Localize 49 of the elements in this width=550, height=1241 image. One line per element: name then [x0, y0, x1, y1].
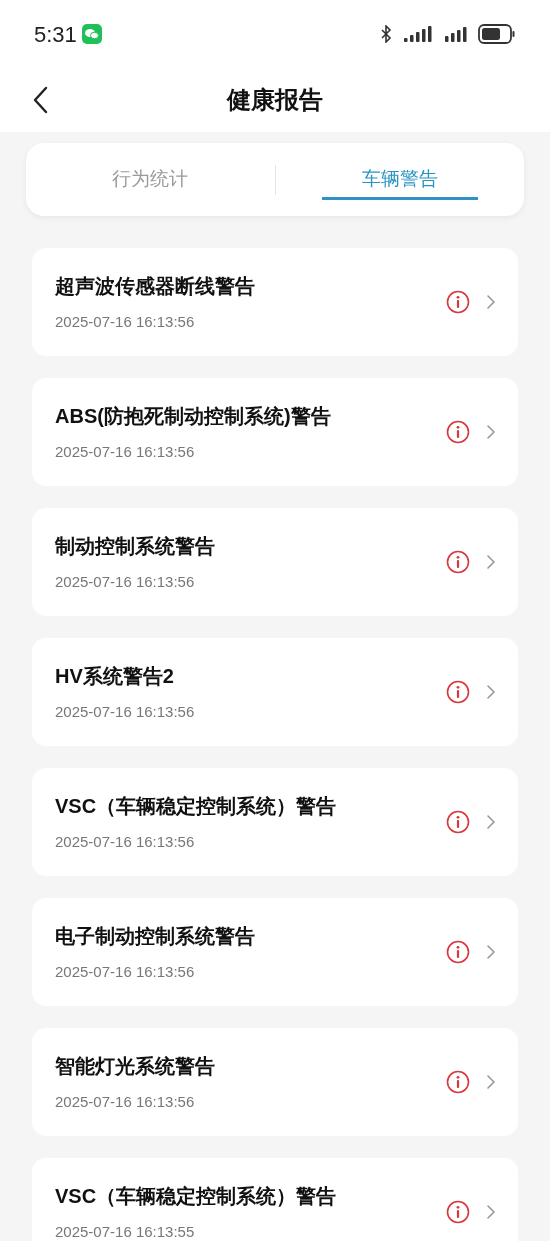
warning-time: 2025-07-16 16:13:56	[55, 833, 196, 851]
chevron-right-icon	[486, 684, 496, 700]
back-icon	[32, 86, 48, 114]
warning-card[interactable]: VSC（车辆稳定控制系统）警告 2025-07-16 16:13:55	[32, 1158, 518, 1241]
info-icon	[446, 810, 470, 834]
chevron-right-icon	[486, 944, 496, 960]
warning-card[interactable]: VSC（车辆稳定控制系统）警告 2025-07-16 16:13:56	[32, 768, 518, 876]
warning-card[interactable]: 电子制动控制系统警告 2025-07-16 16:13:56	[32, 898, 518, 1006]
info-icon	[446, 420, 470, 444]
chevron-right-icon	[486, 814, 496, 830]
warning-time: 2025-07-16 16:13:56	[55, 1093, 196, 1111]
signal-icon	[402, 26, 434, 42]
warning-title: VSC（车辆稳定控制系统）警告	[55, 1184, 338, 1209]
info-icon	[446, 290, 470, 314]
info-icon	[446, 1200, 470, 1224]
warning-title: HV系统警告2	[55, 664, 175, 689]
warning-card[interactable]: ABS(防抱死制动控制系统)警告 2025-07-16 16:13:56	[32, 378, 518, 486]
warning-title: VSC（车辆稳定控制系统）警告	[55, 794, 338, 819]
chat-app-icon	[81, 24, 102, 44]
warning-time: 2025-07-16 16:13:55	[55, 1223, 196, 1241]
info-icon	[446, 550, 470, 574]
warning-title: 智能灯光系统警告	[55, 1054, 216, 1079]
warning-card[interactable]: 制动控制系统警告 2025-07-16 16:13:56	[32, 508, 518, 616]
warning-time: 2025-07-16 16:13:56	[55, 703, 196, 721]
warning-time: 2025-07-16 16:13:56	[55, 313, 196, 331]
chevron-right-icon	[486, 1074, 496, 1090]
warning-card[interactable]: 超声波传感器断线警告 2025-07-16 16:13:56	[32, 248, 518, 356]
chevron-right-icon	[486, 1204, 496, 1220]
warning-time: 2025-07-16 16:13:56	[55, 443, 196, 461]
chevron-right-icon	[486, 554, 496, 570]
chevron-right-icon	[486, 424, 496, 440]
warning-title: ABS(防抱死制动控制系统)警告	[55, 404, 332, 429]
signal-icon	[444, 26, 468, 42]
chevron-right-icon	[486, 294, 496, 310]
warning-card[interactable]: HV系统警告2 2025-07-16 16:13:56	[32, 638, 518, 746]
warning-title: 制动控制系统警告	[55, 534, 216, 559]
page-title: 健康报告	[227, 85, 323, 115]
warning-card[interactable]: 智能灯光系统警告 2025-07-16 16:13:56	[32, 1028, 518, 1136]
warning-title: 电子制动控制系统警告	[55, 924, 256, 949]
warning-time: 2025-07-16 16:13:56	[55, 963, 196, 981]
tab[interactable]: 车辆警告	[275, 143, 524, 216]
info-icon	[446, 1070, 470, 1094]
info-icon	[446, 940, 470, 964]
status-time: 5:31	[34, 20, 77, 49]
battery-icon	[478, 24, 516, 44]
warning-title: 超声波传感器断线警告	[55, 274, 256, 299]
bluetooth-icon	[380, 25, 392, 43]
warning-time: 2025-07-16 16:13:56	[55, 573, 196, 591]
info-icon	[446, 680, 470, 704]
